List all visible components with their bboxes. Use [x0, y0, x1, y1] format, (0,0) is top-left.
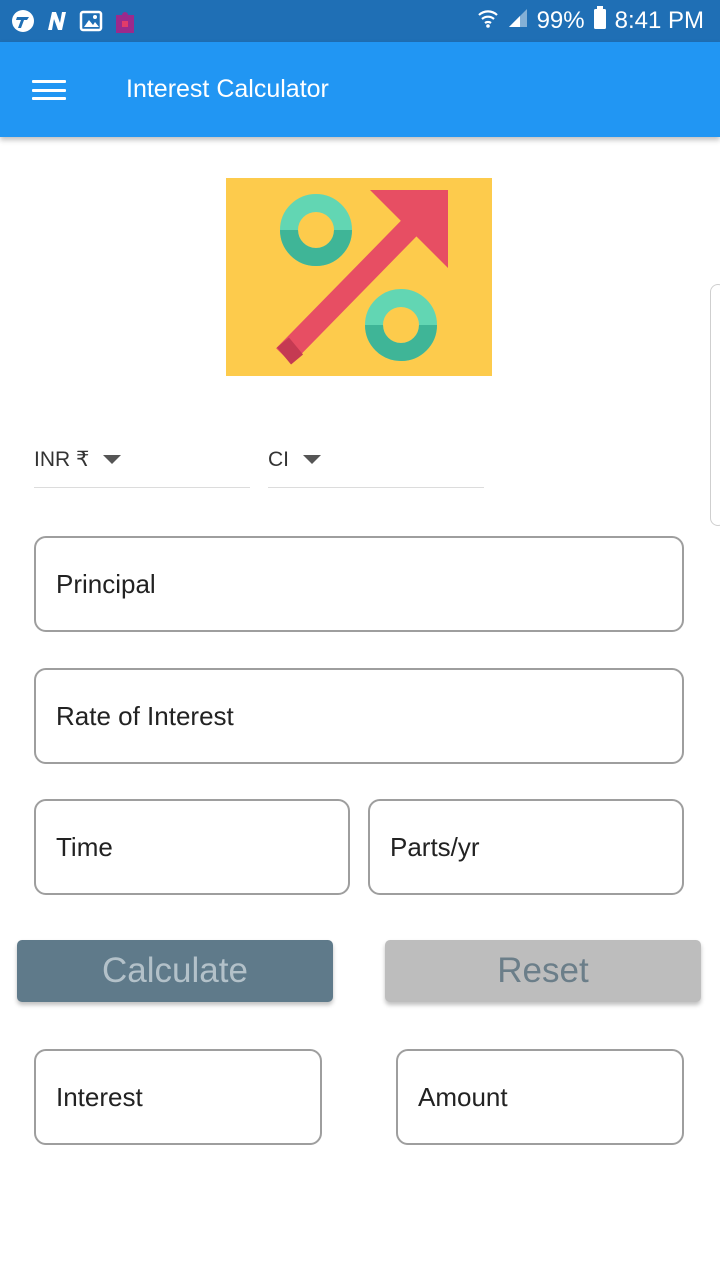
side-panel-handle[interactable]	[710, 284, 720, 526]
principal-input[interactable]	[56, 538, 682, 630]
reset-button[interactable]: Reset	[385, 940, 701, 1002]
system-status: 99% 8:41 PM	[477, 0, 704, 42]
rate-of-interest-input[interactable]	[56, 670, 682, 762]
chevron-down-icon	[303, 455, 321, 464]
image-notification-icon	[78, 9, 104, 33]
interest-result-field: Interest	[34, 1049, 322, 1145]
principal-field[interactable]	[34, 536, 684, 632]
notification-icons	[0, 9, 138, 33]
app-notification-icon	[10, 9, 36, 33]
menu-icon[interactable]	[28, 72, 70, 108]
amount-result-field: Amount	[396, 1049, 684, 1145]
percent-growth-logo	[226, 178, 492, 376]
time-field[interactable]	[34, 799, 350, 895]
currency-selected: INR ₹	[34, 448, 90, 471]
clock: 8:41 PM	[614, 7, 704, 34]
parts-per-year-input[interactable]	[390, 801, 682, 893]
n-notification-icon	[44, 9, 70, 33]
calculate-button[interactable]: Calculate	[17, 940, 333, 1002]
app-title: Interest Calculator	[126, 75, 329, 103]
app-bar: Interest Calculator	[0, 42, 720, 137]
parts-per-year-field[interactable]	[368, 799, 684, 895]
status-bar: 99% 8:41 PM	[0, 0, 720, 42]
amount-result-label: Amount	[418, 1081, 508, 1112]
wifi-icon	[477, 7, 499, 36]
interest-type-selected: CI	[268, 447, 289, 471]
puzzle-app-icon	[112, 9, 138, 33]
battery-percent: 99%	[536, 7, 585, 34]
interest-result-label: Interest	[56, 1081, 143, 1112]
time-input[interactable]	[56, 801, 348, 893]
currency-dropdown[interactable]: INR ₹	[34, 432, 250, 488]
interest-type-dropdown[interactable]: CI	[268, 432, 484, 488]
battery-icon	[593, 5, 607, 37]
signal-icon	[507, 7, 529, 36]
rate-field[interactable]	[34, 668, 684, 764]
chevron-down-icon	[103, 455, 122, 464]
